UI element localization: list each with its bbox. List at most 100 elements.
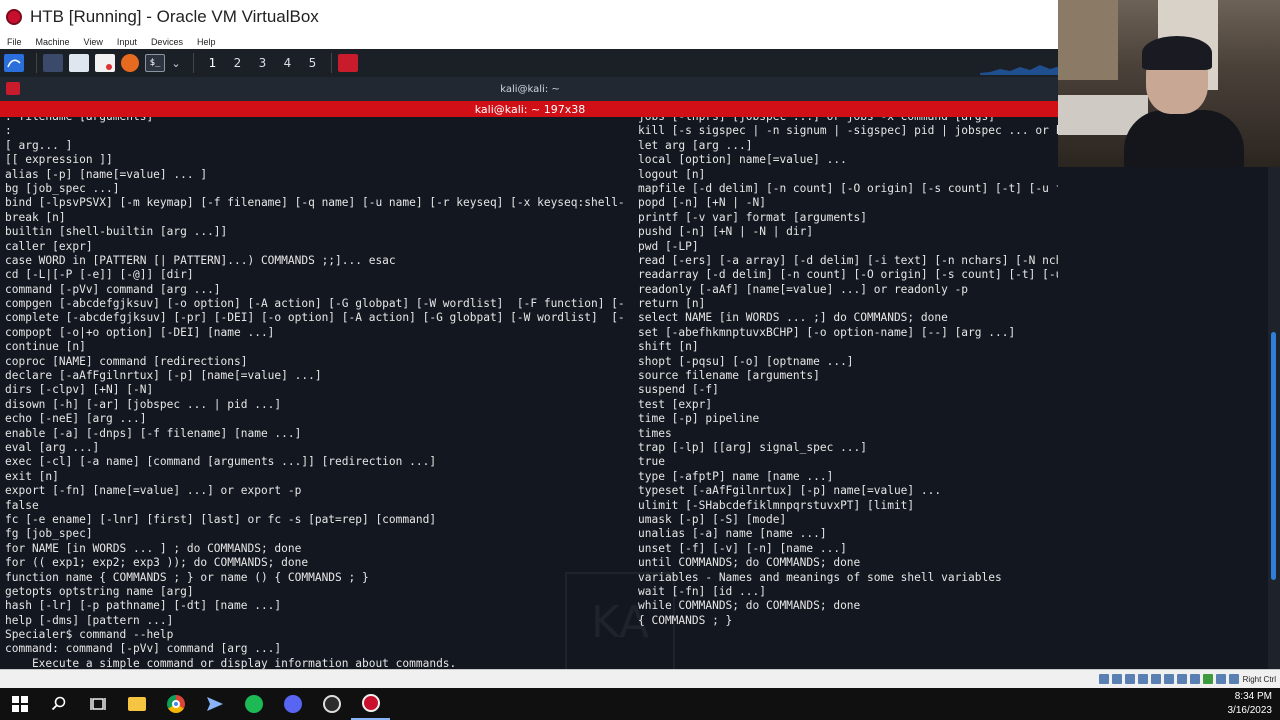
file-explorer-icon[interactable] — [117, 688, 156, 720]
file-manager-icon[interactable] — [69, 54, 89, 72]
terminal-line: fg [job_spec] — [5, 527, 93, 541]
obs-icon[interactable] — [312, 688, 351, 720]
terminal-line: . filename [arguments] — [5, 117, 625, 124]
taskbar-clock[interactable]: 8:34 PM 3/16/2023 — [1228, 690, 1273, 718]
windows-start-icon[interactable] — [0, 688, 39, 720]
terminal-line: source filename [arguments] — [638, 369, 820, 383]
terminal-line: shift [n] — [638, 340, 699, 354]
menu-view[interactable]: View — [84, 37, 103, 47]
webcam-person-beanie — [1142, 36, 1212, 70]
terminal-line: echo [-neE] [arg ...] — [5, 412, 147, 426]
task-view-icon[interactable] — [78, 688, 117, 720]
chevron-down-icon[interactable]: ⌄ — [171, 54, 181, 72]
terminal-line: bg [job_spec ...] — [5, 181, 120, 195]
terminal-line: select NAME [in WORDS ... ;] do COMMANDS… — [638, 311, 948, 325]
optical-drive-icon[interactable] — [1111, 674, 1122, 684]
send-arrow-icon[interactable] — [195, 688, 234, 720]
terminal-scrollbar[interactable] — [1268, 117, 1280, 669]
search-icon[interactable] — [39, 688, 78, 720]
workspace-2[interactable]: 2 — [225, 56, 250, 70]
spotify-icon[interactable] — [234, 688, 273, 720]
terminal-line: help [-dms] [pattern ...] — [5, 613, 174, 627]
terminal-line: jobs [-lnprs] [jobspec ...] or jobs -x c… — [638, 117, 1058, 124]
terminal-window-title: kali@kali: ~ — [500, 83, 560, 95]
panel-separator — [331, 53, 332, 73]
terminal-line: exec [-cl] [-a name] [command [arguments… — [5, 455, 437, 469]
terminal-line: command: command [-pVv] command [arg ...… — [5, 642, 282, 656]
terminal-line: until COMMANDS; do COMMANDS; done — [638, 556, 861, 570]
vbox-titlebar[interactable]: HTB [Running] - Oracle VM VirtualBox — [0, 0, 1060, 34]
usb-icon[interactable] — [1150, 674, 1161, 684]
terminal-line: compopt [-o|+o option] [-DEI] [name ...] — [5, 325, 275, 339]
terminal-titlebar[interactable]: kali@kali: ~ — [0, 77, 1060, 101]
terminal-line: wait [-fn] [id ...] — [638, 584, 766, 598]
terminal-line: Execute a simple command or display info… — [5, 656, 457, 669]
terminal-line: shopt [-pqsu] [-o] [optname ...] — [638, 354, 854, 368]
menu-input[interactable]: Input — [117, 37, 137, 47]
terminal-line: { COMMANDS ; } — [638, 613, 733, 627]
webcam-shelf — [1058, 0, 1118, 80]
keyboard-capture-icon[interactable] — [1228, 674, 1239, 684]
terminal-line: test [expr] — [638, 397, 713, 411]
terminal-line: readarray [-d delim] [-n count] [-O orig… — [638, 268, 1058, 282]
terminal-line: compgen [-abcdefgjksuv] [-o option] [-A … — [5, 297, 625, 311]
terminal-tab[interactable]: kali@kali: ~ 197x38 — [0, 101, 1060, 117]
terminal-line: export [-fn] [name[=value] ...] or expor… — [5, 484, 302, 498]
terminal-line: suspend [-f] — [638, 383, 719, 397]
terminal-line: break [n] — [5, 210, 66, 224]
terminal-line: pushd [-n] [+N | -N | dir] — [638, 225, 814, 239]
terminal-line: for NAME [in WORDS ... ] ; do COMMANDS; … — [5, 541, 302, 555]
recording-icon[interactable] — [1189, 674, 1200, 684]
workspace-5[interactable]: 5 — [300, 56, 325, 70]
terminal-line: kill [-s sigspec | -n signum | -sigspec]… — [638, 124, 1058, 138]
terminal-output[interactable]: KA . filename [arguments]:[ arg... ][[ e… — [0, 117, 1268, 669]
network-icon[interactable] — [1137, 674, 1148, 684]
terminal-line: [[ expression ]] — [5, 153, 113, 167]
audio-icon[interactable] — [1124, 674, 1135, 684]
kali-menu-icon[interactable] — [4, 54, 24, 72]
menu-machine[interactable]: Machine — [36, 37, 70, 47]
terminal-line: pwd [-LP] — [638, 239, 699, 253]
firefox-icon[interactable] — [121, 54, 139, 72]
terminal-line: while COMMANDS; do COMMANDS; done — [638, 599, 861, 613]
chrome-icon[interactable] — [156, 688, 195, 720]
mouse-integration-icon[interactable] — [1215, 674, 1226, 684]
terminal-line: caller [expr] — [5, 239, 93, 253]
menu-devices[interactable]: Devices — [151, 37, 183, 47]
scrollbar-thumb[interactable] — [1271, 332, 1276, 580]
terminal-line: read [-ers] [-a array] [-d delim] [-i te… — [638, 253, 1058, 267]
terminal-line: time [-p] pipeline — [638, 412, 760, 426]
clock-time: 8:34 PM — [1234, 691, 1272, 702]
terminal-launcher-icon[interactable]: $_ — [145, 54, 165, 72]
terminal-line: set [-abefhkmnptuvxBCHP] [-o option-name… — [638, 325, 1016, 339]
show-desktop-icon[interactable] — [43, 54, 63, 72]
discord-icon[interactable] — [273, 688, 312, 720]
virtualbox-task-icon[interactable] — [351, 688, 390, 720]
display-icon[interactable] — [1176, 674, 1187, 684]
text-editor-icon[interactable] — [95, 54, 115, 72]
terminal-line: : — [5, 124, 12, 138]
terminal-line: exit [n] — [5, 469, 59, 483]
terminal-tab-title: kali@kali: ~ 197x38 — [474, 102, 586, 116]
terminal-task-icon[interactable] — [338, 54, 358, 72]
workspace-3[interactable]: 3 — [250, 56, 275, 70]
terminal-window-icon — [6, 82, 20, 95]
shared-folders-icon[interactable] — [1163, 674, 1174, 684]
terminal-line: command [-pVv] command [arg ...] — [5, 282, 221, 296]
workspace-4[interactable]: 4 — [275, 56, 300, 70]
terminal-line: bind [-lpsvPSVX] [-m keymap] [-f filenam… — [5, 196, 625, 210]
terminal-line: [ arg... ] — [5, 138, 73, 152]
cpu-activity-icon[interactable] — [1202, 674, 1213, 684]
terminal-line: fc [-e ename] [-lnr] [first] [last] or f… — [5, 512, 437, 526]
terminal-line: ulimit [-SHabcdefiklmnpqrstuvxPT] [limit… — [638, 498, 915, 512]
terminal-line: popd [-n] [+N | -N] — [638, 196, 766, 210]
terminal-line: logout [n] — [638, 167, 706, 181]
desktop-screen: HTB [Running] - Oracle VM VirtualBox Fil… — [0, 0, 1280, 720]
terminal-line: typeset [-aAfFgilnrtux] [-p] name[=value… — [638, 484, 942, 498]
webcam-person-body — [1124, 110, 1244, 167]
menu-file[interactable]: File — [7, 37, 22, 47]
terminal-line: umask [-p] [-S] [mode] — [638, 512, 787, 526]
menu-help[interactable]: Help — [197, 37, 216, 47]
workspace-1[interactable]: 1 — [200, 56, 225, 70]
hard-disk-icon[interactable] — [1098, 674, 1109, 684]
